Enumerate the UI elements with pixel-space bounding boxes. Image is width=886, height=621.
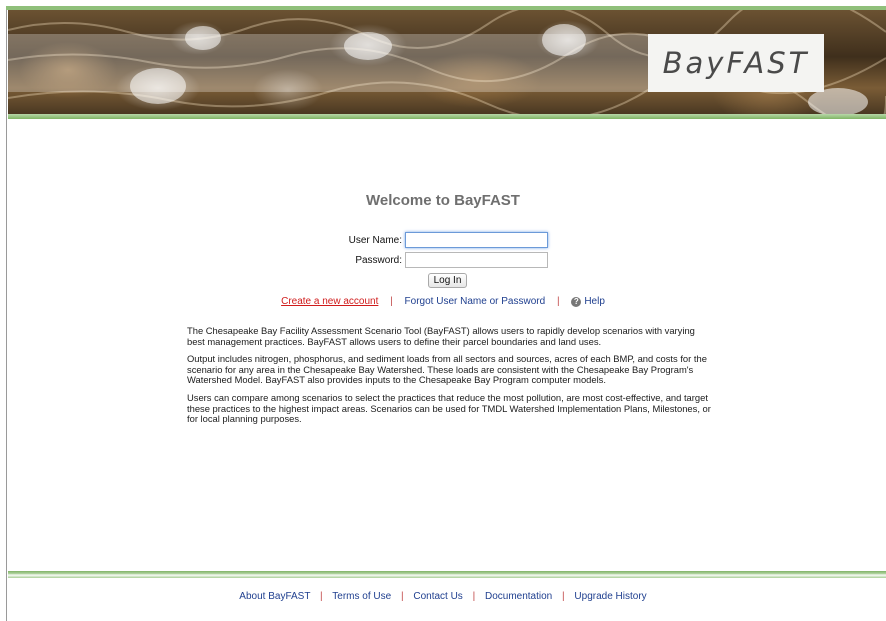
- separator: |: [562, 591, 565, 602]
- separator: |: [390, 296, 393, 307]
- footer-link-about[interactable]: About BayFAST: [239, 591, 310, 602]
- password-label: Password:: [355, 255, 402, 266]
- intro-text: The Chesapeake Bay Facility Assessment S…: [187, 325, 712, 432]
- separator: |: [472, 591, 476, 602]
- create-account-link[interactable]: Create a new account: [281, 296, 378, 307]
- username-row: User Name:: [0, 232, 886, 252]
- footer-nav: About BayFAST | Terms of Use | Contact U…: [0, 591, 886, 602]
- logo-text: BayFAST: [662, 46, 810, 80]
- forgot-credentials-link[interactable]: Forgot User Name or Password: [405, 296, 546, 307]
- help-link-label: Help: [584, 296, 605, 307]
- password-input[interactable]: [405, 252, 548, 268]
- separator: |: [320, 591, 323, 602]
- username-input[interactable]: [405, 232, 548, 248]
- separator: |: [400, 591, 404, 602]
- welcome-heading: Welcome to BayFAST: [366, 192, 520, 209]
- footer-link-documentation[interactable]: Documentation: [485, 591, 552, 602]
- intro-paragraph: The Chesapeake Bay Facility Assessment S…: [187, 325, 695, 347]
- help-icon: ?: [571, 297, 582, 307]
- separator: |: [556, 296, 560, 307]
- header-banner: BayFAST: [8, 10, 886, 114]
- login-button[interactable]: Log In: [428, 273, 467, 288]
- intro-paragraph: Output includes nitrogen, phosphorus, an…: [187, 353, 707, 386]
- intro-paragraph: Users can compare among scenarios to sel…: [187, 391, 711, 425]
- footer-rule: [8, 571, 886, 578]
- logo: BayFAST: [648, 34, 824, 92]
- account-links: Create a new account | Forgot User Name …: [0, 296, 886, 307]
- banner-rule: [8, 114, 886, 119]
- password-row: Password:: [0, 252, 886, 272]
- footer-link-contact[interactable]: Contact Us: [413, 591, 462, 602]
- footer-link-upgrade-history[interactable]: Upgrade History: [574, 591, 646, 602]
- help-link[interactable]: ? Help: [571, 296, 605, 307]
- username-label: User Name:: [348, 235, 402, 246]
- footer-link-terms[interactable]: Terms of Use: [332, 591, 391, 602]
